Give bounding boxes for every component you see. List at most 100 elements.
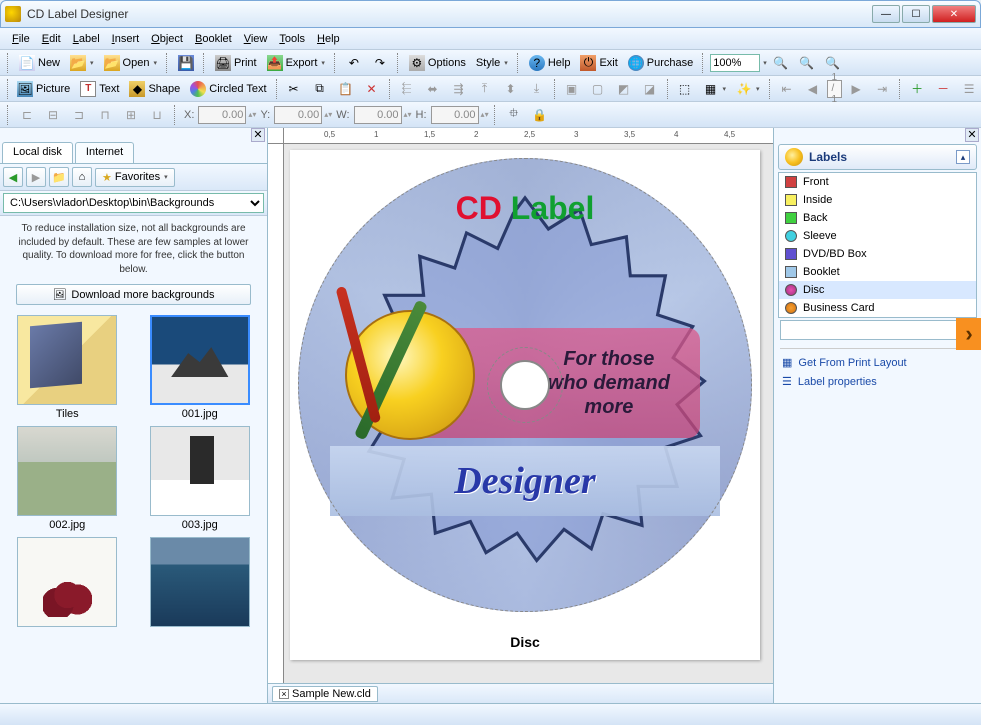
align-top-button[interactable]: ⤒: [473, 79, 497, 99]
add-page-button[interactable]: ＋: [905, 79, 929, 99]
panel-close-button[interactable]: ✕: [251, 128, 265, 142]
menu-edit[interactable]: Edit: [36, 31, 67, 47]
circled-text-button[interactable]: Circled Text: [186, 79, 270, 99]
page-last-button[interactable]: ⇥: [870, 79, 894, 99]
link-wh-button[interactable]: ⯐: [502, 105, 526, 125]
page-next-button[interactable]: ▶: [844, 79, 868, 99]
label-sleeve[interactable]: Sleeve: [779, 227, 976, 245]
label-dvd-box[interactable]: DVD/BD Box: [779, 245, 976, 263]
zoom-dropdown[interactable]: ▾: [763, 59, 767, 67]
new-button[interactable]: 📄New: [15, 53, 64, 73]
align-vcenter-button[interactable]: ⬍: [499, 79, 523, 99]
bring-forward-button[interactable]: ◩: [612, 79, 636, 99]
align-right-button[interactable]: ⇶: [447, 79, 471, 99]
zoom-in-button[interactable]: 🔍: [769, 53, 793, 73]
redo-button[interactable]: ↷: [368, 53, 392, 73]
delete-button[interactable]: ✕: [360, 79, 384, 99]
snap-top-button[interactable]: ⊓: [93, 105, 117, 125]
snap-left-button[interactable]: ⊏: [15, 105, 39, 125]
options-button[interactable]: ⚙Options: [405, 53, 470, 73]
thumb-001[interactable]: 001.jpg: [137, 315, 264, 420]
maximize-button[interactable]: ☐: [902, 5, 930, 23]
close-button[interactable]: ✕: [932, 5, 976, 23]
label-inside[interactable]: Inside: [779, 191, 976, 209]
send-backward-button[interactable]: ◪: [638, 79, 662, 99]
menu-help[interactable]: Help: [311, 31, 346, 47]
style-button[interactable]: Style▾: [472, 55, 512, 71]
menu-tools[interactable]: Tools: [273, 31, 311, 47]
export-button[interactable]: 📤Export▾: [263, 53, 329, 73]
snap-hcenter-button[interactable]: ⊟: [41, 105, 65, 125]
nav-up-button[interactable]: 📁: [49, 167, 69, 187]
label-disc[interactable]: Disc: [779, 281, 976, 299]
path-select[interactable]: C:\Users\vlador\Desktop\bin\Backgrounds: [3, 193, 264, 213]
exit-button[interactable]: ⏻Exit: [576, 53, 621, 73]
thumb-004[interactable]: [4, 537, 131, 630]
menu-object[interactable]: Object: [145, 31, 189, 47]
nav-forward-button[interactable]: ▶: [26, 167, 46, 187]
minimize-button[interactable]: —: [872, 5, 900, 23]
help-button[interactable]: ?Help: [525, 53, 575, 73]
purchase-button[interactable]: 🌐Purchase: [624, 53, 697, 73]
zoom-input[interactable]: [710, 54, 760, 72]
menu-view[interactable]: View: [238, 31, 274, 47]
save-button[interactable]: 💾: [174, 53, 198, 73]
label-booklet[interactable]: Booklet: [779, 263, 976, 281]
w-input[interactable]: [354, 106, 402, 124]
y-input[interactable]: [274, 106, 322, 124]
bring-front-button[interactable]: ▣: [560, 79, 584, 99]
label-back[interactable]: Back: [779, 209, 976, 227]
shape-button[interactable]: ◆Shape: [125, 79, 184, 99]
align-left-button[interactable]: ⬱: [395, 79, 419, 99]
snap-right-button[interactable]: ⊐: [67, 105, 91, 125]
thumb-tiles[interactable]: Tiles: [4, 315, 131, 420]
snap-bottom-button[interactable]: ⊔: [145, 105, 169, 125]
menu-label[interactable]: Label: [67, 31, 106, 47]
page-prev-button[interactable]: ◀: [801, 79, 825, 99]
nav-back-button[interactable]: ◀: [3, 167, 23, 187]
new-from-button[interactable]: 📂▾: [66, 53, 98, 73]
tab-internet[interactable]: Internet: [75, 142, 134, 163]
group-button[interactable]: ⬚: [673, 79, 697, 99]
copy-button[interactable]: ⧉: [308, 79, 332, 99]
label-properties[interactable]: ☰Label properties: [774, 372, 981, 391]
zoom-fit-button[interactable]: 🔍: [821, 53, 845, 73]
disc-label-page[interactable]: For thosewho demandmore Designer CD Labe…: [290, 150, 760, 660]
cut-button[interactable]: ✂: [282, 79, 306, 99]
zoom-out-button[interactable]: 🔍: [795, 53, 819, 73]
picture-button[interactable]: 🖼Picture: [13, 79, 74, 99]
download-backgrounds-button[interactable]: 🖼Download more backgrounds: [16, 284, 251, 305]
canvas-viewport[interactable]: For thosewho demandmore Designer CD Labe…: [284, 144, 773, 683]
effects-button[interactable]: ✨▾: [732, 79, 764, 99]
snap-vcenter-button[interactable]: ⊞: [119, 105, 143, 125]
thumb-003[interactable]: 003.jpg: [137, 426, 264, 531]
expand-arrow-button[interactable]: ›: [956, 318, 981, 350]
tab-local-disk[interactable]: Local disk: [2, 142, 73, 163]
menu-booklet[interactable]: Booklet: [189, 31, 238, 47]
template-select[interactable]: [780, 320, 975, 340]
remove-page-button[interactable]: －: [931, 79, 955, 99]
text-button[interactable]: TText: [76, 79, 123, 99]
print-button[interactable]: 🖨Print: [211, 53, 261, 73]
open-button[interactable]: 📂Open▾: [100, 53, 161, 73]
align-bottom-button[interactable]: ⤓: [525, 79, 549, 99]
favorites-button[interactable]: ★Favorites▾: [95, 168, 175, 187]
nav-home-button[interactable]: ⌂: [72, 167, 92, 187]
labels-panel-close[interactable]: ✕: [965, 128, 979, 142]
undo-button[interactable]: ↶: [342, 53, 366, 73]
tab-close-icon[interactable]: ×: [279, 689, 289, 699]
properties-button[interactable]: ☰: [957, 79, 981, 99]
labels-collapse-button[interactable]: ▴: [956, 150, 970, 164]
grid-button[interactable]: ▦▾: [699, 79, 731, 99]
lock-button[interactable]: 🔒: [528, 105, 552, 125]
paste-button[interactable]: 📋: [334, 79, 358, 99]
send-back-button[interactable]: ▢: [586, 79, 610, 99]
label-front[interactable]: Front: [779, 173, 976, 191]
thumb-002[interactable]: 002.jpg: [4, 426, 131, 531]
align-hcenter-button[interactable]: ⬌: [421, 79, 445, 99]
menu-insert[interactable]: Insert: [106, 31, 146, 47]
h-input[interactable]: [431, 106, 479, 124]
document-tab[interactable]: × Sample New.cld: [272, 686, 378, 702]
page-first-button[interactable]: ⇤: [775, 79, 799, 99]
label-business-card[interactable]: Business Card: [779, 299, 976, 317]
